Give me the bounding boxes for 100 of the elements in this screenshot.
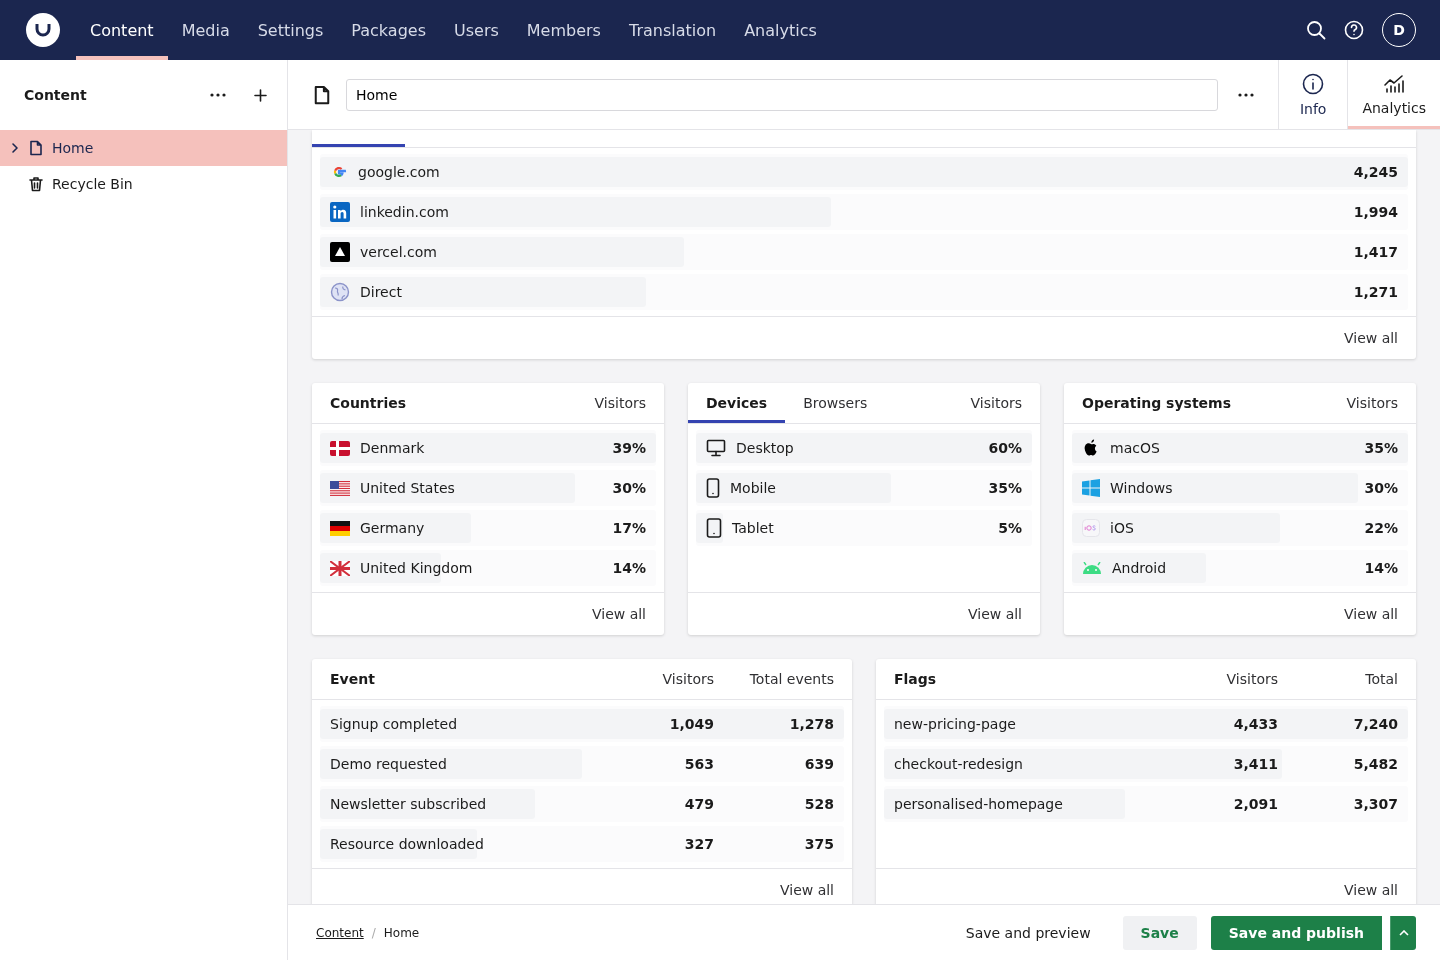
row-value: 479 bbox=[683, 796, 714, 812]
tree-item[interactable]: Home bbox=[0, 130, 287, 166]
nav-tab[interactable]: Translation bbox=[614, 0, 731, 60]
trash-icon bbox=[28, 176, 44, 192]
row-value: 14% bbox=[1363, 560, 1398, 576]
chevron-icon[interactable] bbox=[10, 142, 20, 154]
nav-tab[interactable]: Members bbox=[512, 0, 615, 60]
view-tab[interactable]: Analytics bbox=[1347, 60, 1440, 129]
row-value: 4,245 bbox=[1352, 164, 1398, 180]
row-value: 639 bbox=[803, 756, 834, 772]
column-header: Visitors bbox=[1225, 671, 1278, 687]
column-header: Visitors bbox=[593, 395, 646, 411]
row-label: Windows bbox=[1110, 480, 1173, 496]
row-label: macOS bbox=[1110, 440, 1160, 456]
row-label: checkout-redesign bbox=[894, 756, 1023, 772]
tablet-icon bbox=[706, 518, 722, 538]
action-button[interactable]: Save and preview bbox=[947, 915, 1109, 950]
nav-tab[interactable]: Settings bbox=[243, 0, 338, 60]
row-value: 39% bbox=[611, 440, 646, 456]
row-value: 5,482 bbox=[1352, 756, 1398, 772]
row-value: 14% bbox=[611, 560, 646, 576]
view-all-link[interactable]: View all bbox=[1343, 330, 1398, 346]
action-button[interactable]: Save and publish bbox=[1210, 915, 1382, 950]
row-label: Desktop bbox=[736, 440, 794, 456]
monitor-icon bbox=[706, 439, 726, 457]
row-value: 60% bbox=[987, 440, 1022, 456]
breadcrumb-separator: / bbox=[371, 925, 376, 940]
row-label: United Kingdom bbox=[360, 560, 473, 576]
in-logo-icon bbox=[330, 202, 350, 222]
row-value: 327 bbox=[683, 836, 714, 852]
column-header: Visitors bbox=[1345, 395, 1398, 411]
nav-tab[interactable]: Packages bbox=[337, 0, 440, 60]
row-value: 1,417 bbox=[1352, 244, 1398, 260]
column-header: Total bbox=[1364, 671, 1398, 687]
card-title: Flags bbox=[894, 671, 938, 687]
card-title: Operating systems bbox=[1082, 395, 1233, 411]
row-value: 2,091 bbox=[1232, 796, 1278, 812]
row-value: 35% bbox=[1363, 440, 1398, 456]
row-label: Newsletter subscribed bbox=[330, 796, 487, 812]
row-value: 375 bbox=[803, 836, 834, 852]
row-value: 4,433 bbox=[1232, 716, 1278, 732]
row-value: 3,411 bbox=[1232, 756, 1278, 772]
caret-button[interactable] bbox=[1390, 915, 1416, 950]
chart-icon bbox=[1383, 73, 1406, 94]
four-panes-icon bbox=[1082, 479, 1100, 497]
row-label: United States bbox=[360, 480, 455, 496]
nav-tab[interactable]: Analytics bbox=[730, 0, 831, 60]
row-label: personalised-homepage bbox=[894, 796, 1063, 812]
row-value: 1,271 bbox=[1352, 284, 1398, 300]
row-label: Tablet bbox=[732, 520, 774, 536]
globe-icon bbox=[330, 282, 350, 302]
nav-tab[interactable]: Media bbox=[167, 0, 244, 60]
row-label: Resource downloaded bbox=[330, 836, 484, 852]
row-label: Demo requested bbox=[330, 756, 447, 772]
row-label: Signup completed bbox=[330, 716, 458, 732]
document-icon bbox=[312, 84, 332, 105]
row-label: Germany bbox=[360, 520, 425, 536]
row-value: 1,994 bbox=[1352, 204, 1398, 220]
row-value: 1,278 bbox=[788, 716, 834, 732]
breadcrumb-link[interactable]: Content bbox=[316, 925, 364, 940]
row-value: 1,049 bbox=[668, 716, 714, 732]
caret-icon bbox=[1398, 929, 1409, 936]
row-value: 17% bbox=[611, 520, 646, 536]
page-icon bbox=[28, 140, 44, 156]
robot-icon bbox=[1082, 562, 1102, 574]
card-tab[interactable]: Devices bbox=[688, 383, 786, 423]
row-label: new-pricing-page bbox=[894, 716, 1016, 732]
view-all-link[interactable]: View all bbox=[591, 606, 646, 622]
ios-tile-icon bbox=[1082, 519, 1100, 537]
row-label: google.com bbox=[358, 164, 440, 180]
card-tab[interactable]: Browsers bbox=[785, 383, 886, 423]
phone-icon bbox=[706, 478, 720, 498]
view-all-link[interactable]: View all bbox=[779, 882, 834, 898]
logo-icon[interactable] bbox=[26, 13, 60, 47]
view-all-link[interactable]: View all bbox=[967, 606, 1022, 622]
row-label: iOS bbox=[1110, 520, 1134, 536]
row-label: linkedin.com bbox=[360, 204, 449, 220]
row-label: Mobile bbox=[730, 480, 776, 496]
name-field[interactable]: Home bbox=[346, 78, 1218, 111]
apple-logo-icon bbox=[1082, 438, 1100, 458]
action-button[interactable]: Save bbox=[1122, 915, 1197, 950]
row-value: 30% bbox=[611, 480, 646, 496]
view-all-link[interactable]: View all bbox=[1343, 882, 1398, 898]
row-value: 528 bbox=[803, 796, 834, 812]
row-label: Android bbox=[1112, 560, 1167, 576]
nav-tab[interactable]: Users bbox=[440, 0, 513, 60]
row-value: 3,307 bbox=[1352, 796, 1398, 812]
row-label: vercel.com bbox=[360, 244, 437, 260]
column-header: Total events bbox=[748, 671, 834, 687]
column-header: Visitors bbox=[661, 671, 714, 687]
sidebar-title: Content bbox=[24, 87, 88, 103]
info-icon bbox=[1302, 72, 1325, 95]
tree-item[interactable]: Recycle Bin bbox=[0, 166, 287, 202]
card-title: Countries bbox=[330, 395, 408, 411]
row-value: 30% bbox=[1363, 480, 1398, 496]
card-title: Event bbox=[330, 671, 376, 687]
row-value: 5% bbox=[997, 520, 1022, 536]
row-value: 22% bbox=[1363, 520, 1398, 536]
row-value: 563 bbox=[683, 756, 714, 772]
view-all-link[interactable]: View all bbox=[1343, 606, 1398, 622]
